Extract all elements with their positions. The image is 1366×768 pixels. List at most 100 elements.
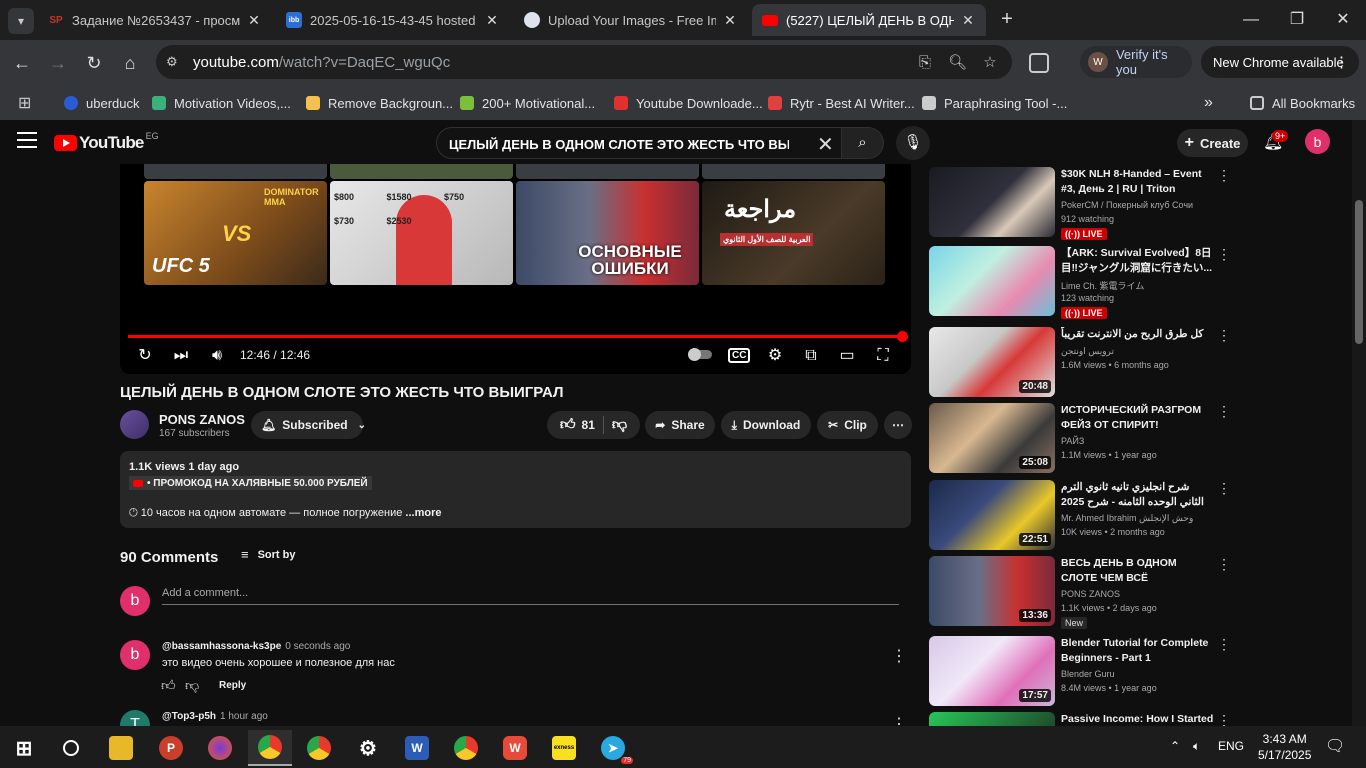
file-explorer-icon[interactable] [99,730,143,766]
subtitles-icon[interactable]: CC [728,346,751,366]
video-menu-icon[interactable]: ⋮ [1217,403,1231,420]
recommended-video[interactable]: 17:57 Blender Tutorial for Complete Begi… [929,636,1231,708]
progress-bar[interactable] [128,331,908,342]
video-thumbnail[interactable] [929,246,1055,316]
home-button[interactable]: ⌂ [117,50,143,76]
reload-button[interactable]: ↻ [81,50,107,76]
channel-name[interactable]: PONS ZANOS [1061,589,1120,599]
maximize-button[interactable]: ❐ [1274,6,1320,34]
tab-ibb[interactable]: ibb 2025-05-16-15-43-45 hosted at ✕ [276,4,510,36]
search-circle-icon[interactable] [49,730,93,766]
video-title[interactable]: شرح انجليزي تانيه ثانوي الترم الثاني الو… [1061,480,1215,510]
video-title[interactable]: $30K NLH 8-Handed – Event #3, День 2 | R… [1061,167,1215,197]
search-button[interactable]: ⌕ [842,127,884,159]
comment-dislike-icon[interactable]: 👎︎ [185,677,199,694]
channel-name[interactable]: PokerCM / Покерный клуб Сочи [1061,200,1193,210]
reply-button[interactable]: Reply [219,680,246,691]
video-menu-icon[interactable]: ⋮ [1217,167,1231,184]
like-icon[interactable]: 👍︎ [560,416,576,434]
start-button[interactable]: ⊞ [2,730,46,766]
chrome-icon[interactable] [444,730,488,766]
video-title[interactable]: 【ARK: Survival Evolved】8日目‼ジャングル洞窟に行きたい.… [1061,246,1215,276]
endscreen-video-ufc[interactable]: UFC 5 DOMINATOR MMA VS [144,181,327,285]
share-button[interactable]: ➦ Share [645,411,715,439]
next-video-icon[interactable]: ⏭︎ [170,346,192,366]
settings-gear-icon[interactable]: ⚙ [346,730,390,766]
video-menu-icon[interactable]: ⋮ [1217,246,1231,263]
recommended-video[interactable]: 25:08 ИСТОРИЧЕСКИЙ РАЗГРОМ ФЕЙЗ ОТ СПИРИ… [929,403,1231,475]
video-thumbnail[interactable]: 20:48 [929,327,1055,397]
promo-hashtag[interactable]: • ПРОМОКОД НА ХАЛЯВНЫЕ 50.000 РУБЛЕЙ [129,476,372,490]
more-actions-icon[interactable]: ⋯ [884,411,912,439]
recommended-video[interactable]: 13:36 ВЕСЬ ДЕНЬ В ОДНОМ СЛОТЕ ЧЕМ ВСЁ ЗА… [929,556,1231,629]
settings-gear-icon[interactable]: ⚙ [764,346,786,366]
new-tab-button[interactable]: + [996,9,1018,31]
microphone-icon[interactable]: 🎙︎ [896,126,930,160]
volume-icon[interactable]: 🔈︎ [1193,739,1200,754]
install-app-icon[interactable]: ⎘ [916,54,934,72]
close-window-button[interactable]: ✕ [1320,6,1366,34]
bookmark-uberduck[interactable]: uberduck [64,93,139,113]
search-input[interactable] [449,134,789,154]
chrome-icon[interactable] [297,730,341,766]
close-tab-icon[interactable]: ✕ [722,12,738,29]
clear-search-icon[interactable]: ✕ [817,132,834,157]
scrollbar-thumb[interactable] [1355,200,1363,344]
page-scrollbar[interactable] [1352,120,1366,726]
like-count[interactable]: 81 [582,418,595,432]
video-thumbnail[interactable] [929,167,1055,237]
bookmark-star-icon[interactable]: ☆ [981,54,999,72]
recommended-video[interactable]: $30K NLH 8-Handed – Event #3, День 2 | R… [929,167,1231,240]
show-more-link[interactable]: ...more [402,507,441,519]
description-box[interactable]: 1.1K views 1 day ago • ПРОМОКОД НА ХАЛЯВ… [120,451,911,528]
menu-icon[interactable] [17,132,37,148]
new-chrome-button[interactable]: New Chrome available ⋮ [1201,46,1359,78]
dislike-icon[interactable]: 👎︎ [612,416,627,434]
notifications-icon[interactable]: 🗨︎ [1325,736,1345,756]
bookmark-remove-bg[interactable]: Remove Backgroun... [306,93,453,113]
site-info-icon[interactable]: ⚙ [166,54,182,70]
tab-task[interactable]: SP Задание №2653437 - просмотр ✕ [38,4,272,36]
forward-button[interactable]: → [45,50,71,76]
video-player[interactable]: UFC 5 DOMINATOR MMA VS $800 $1580 $750 $… [120,164,911,374]
exness-icon[interactable]: exness [542,730,586,766]
clip-button[interactable]: ✂ Clip [817,411,878,439]
user-avatar[interactable]: b [1305,129,1330,154]
volume-icon[interactable]: 🔊︎ [206,346,228,366]
create-button[interactable]: + Create [1177,129,1248,157]
bookmark-yt-downloader[interactable]: Youtube Downloade... [614,93,763,113]
address-bar[interactable]: ⚙ youtube.com/watch?v=DaqEC_wguQc ⎘ 🔍︎ ☆ [156,45,1012,79]
url-text[interactable]: youtube.com/watch?v=DaqEC_wguQc [193,54,450,71]
video-menu-icon[interactable]: ⋮ [1217,480,1231,497]
video-thumbnail[interactable]: 25:08 [929,403,1055,473]
channel-name[interactable]: РАЙЗ [1061,436,1084,446]
close-tab-icon[interactable]: ✕ [484,12,500,29]
wps-office-icon[interactable]: W [493,730,537,766]
replay-icon[interactable]: ↻ [134,346,156,366]
verify-profile-button[interactable]: W Verify it's you [1080,46,1192,78]
show-hidden-icons[interactable]: ⌃ [1170,739,1180,753]
comment-like-icon[interactable]: 👍︎ [161,677,176,694]
language-indicator[interactable]: ENG [1218,739,1244,753]
download-button[interactable]: ⤓ Download [721,411,811,439]
apps-grid-icon[interactable]: ⊞ [18,93,31,113]
recommended-video[interactable]: 20:48 كل طرق الربح من الانترنت تقريباً ت… [929,327,1231,399]
channel-name[interactable]: Lime Ch. 紫電ライム [1061,279,1144,292]
system-clock[interactable]: 3:43 AM 5/17/2025 [1258,731,1311,763]
more-bookmarks-icon[interactable]: » [1204,93,1213,113]
all-bookmarks-button[interactable]: All Bookmarks [1250,93,1355,113]
recommended-video[interactable]: Passive Income: How I Started ⋮ [929,712,1229,726]
comment-menu-icon[interactable]: ⋮ [891,646,907,666]
endscreen-video-arabic[interactable]: مراجعة العربية للصف الأول الثانوي [702,181,885,285]
channel-name[interactable]: ترويس اونتجن [1061,346,1114,357]
video-menu-icon[interactable]: ⋮ [1217,556,1231,573]
endscreen-video-earnings[interactable]: $800 $1580 $750 $730 $2530 [330,181,513,285]
video-thumbnail[interactable] [929,712,1055,726]
youtube-logo[interactable]: YouTube EG [54,131,159,153]
recommended-video[interactable]: 【ARK: Survival Evolved】8日目‼ジャングル洞窟に行きたい.… [929,246,1231,319]
bookmark-rytr[interactable]: Rytr - Best AI Writer... [768,93,915,113]
video-title[interactable]: Passive Income: How I Started [1061,712,1215,726]
firefox-icon[interactable] [198,730,242,766]
video-thumbnail[interactable]: 17:57 [929,636,1055,706]
chrome-profile-icon[interactable] [248,730,292,766]
